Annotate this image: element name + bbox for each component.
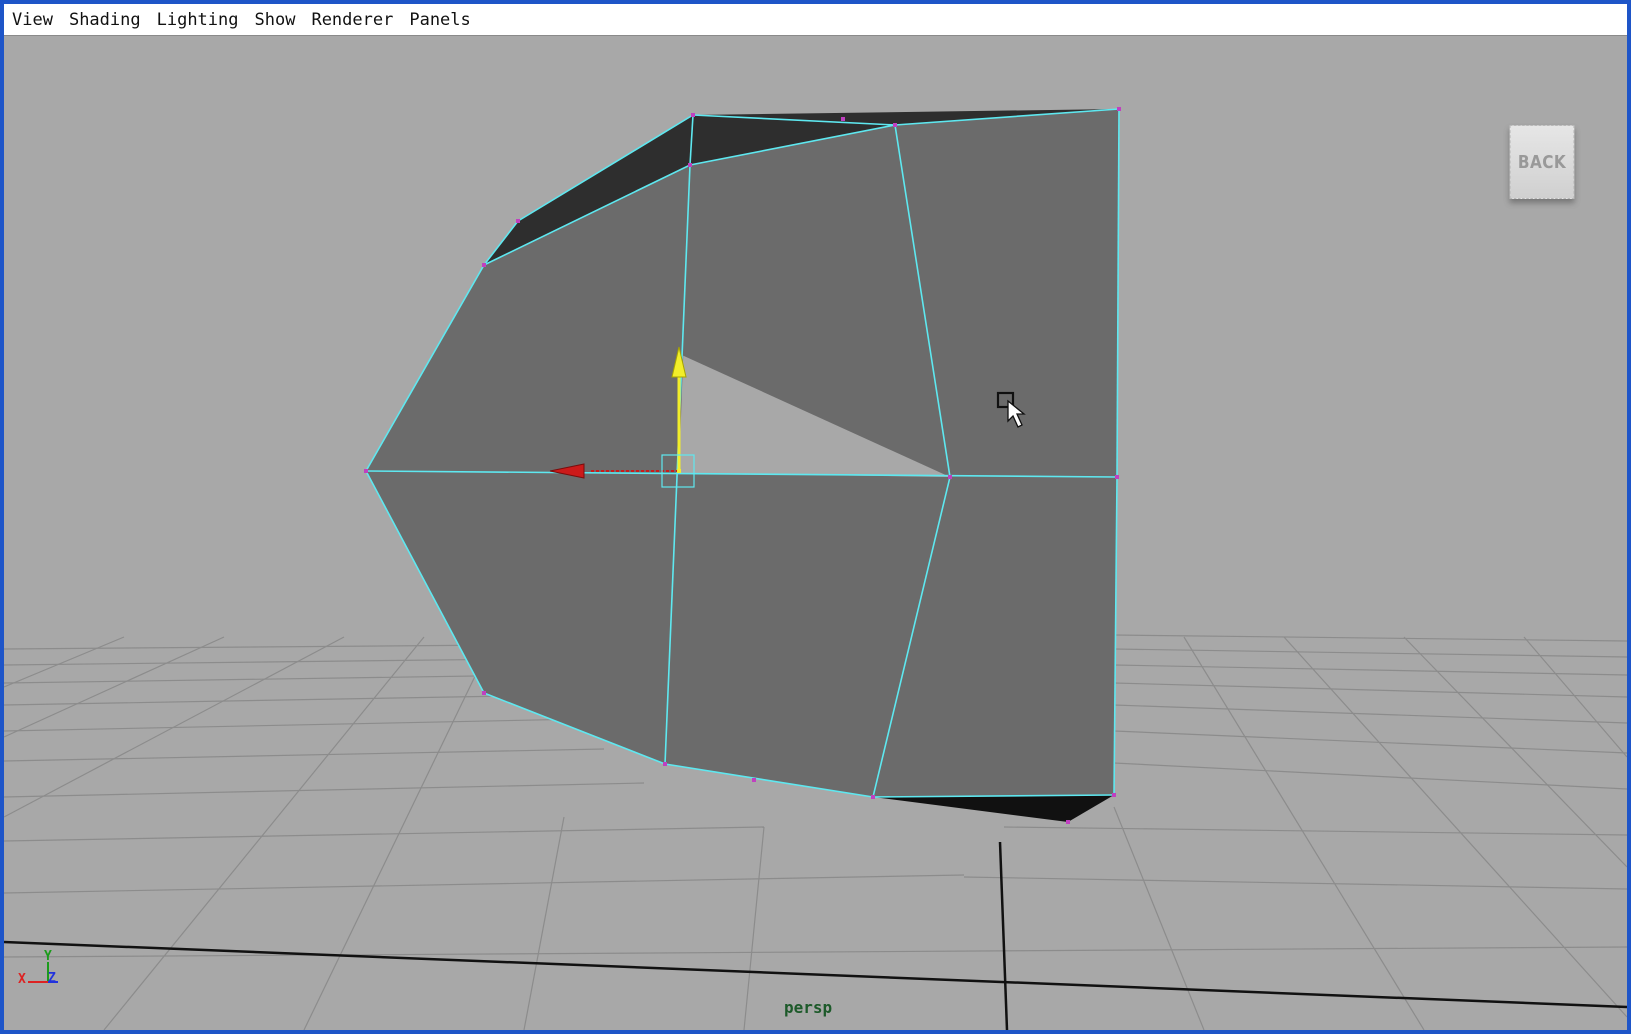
menu-lighting[interactable]: Lighting	[157, 10, 239, 30]
menu-view[interactable]: View	[12, 10, 53, 30]
back-view-button[interactable]: BACK	[1509, 125, 1575, 199]
manip-pivot	[677, 469, 681, 473]
mesh-bottom-face	[873, 795, 1114, 822]
mesh-front-lower	[366, 471, 1117, 797]
mesh-object[interactable]	[364, 107, 1121, 824]
viewport-canvas[interactable]	[4, 37, 1627, 1030]
menu-show[interactable]: Show	[255, 10, 296, 30]
menu-shading[interactable]: Shading	[69, 10, 141, 30]
axis-x-label: X	[18, 972, 26, 987]
axis-y-label: Y	[44, 949, 52, 964]
maya-viewport-window: View Shading Lighting Show Renderer Pane…	[0, 0, 1631, 1034]
menu-panels[interactable]: Panels	[409, 10, 470, 30]
axis-z-label: Z	[48, 971, 56, 986]
menu-renderer[interactable]: Renderer	[311, 10, 393, 30]
camera-name-label: persp	[784, 998, 833, 1017]
panel-menubar: View Shading Lighting Show Renderer Pane…	[4, 4, 1627, 36]
mesh-face-upper-left	[366, 165, 690, 473]
perspective-viewport[interactable]: BACK	[4, 37, 1627, 1030]
